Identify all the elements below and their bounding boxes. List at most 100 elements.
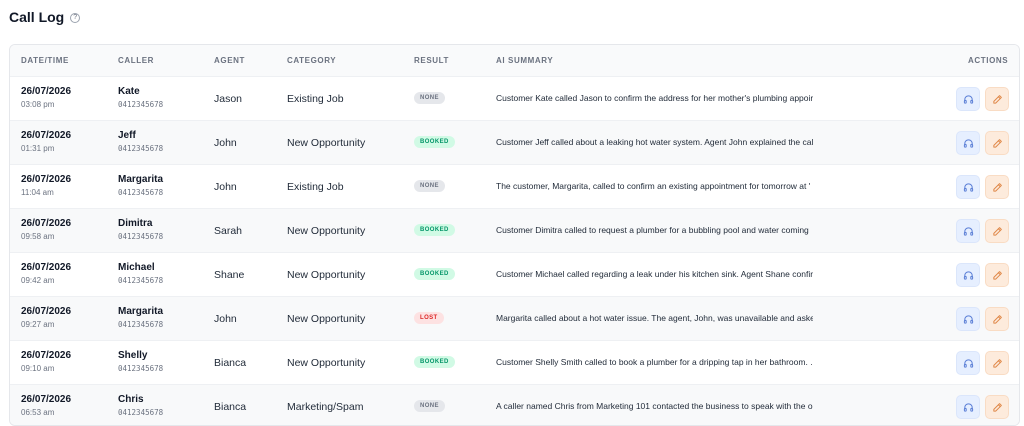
agent-name: Shane (214, 269, 245, 281)
table-body: 26/07/2026 03:08 pm Kate 0412345678 Jason Exi… (10, 77, 1019, 425)
column-header-actions: ACTIONS (968, 56, 1009, 65)
edit-call-button[interactable] (985, 395, 1009, 419)
call-date: 26/07/2026 (21, 350, 72, 361)
call-category: New Opportunity (287, 225, 366, 237)
edit-call-button[interactable] (985, 87, 1009, 111)
caller-name: Margarita (118, 174, 164, 185)
pencil-icon (992, 226, 1003, 237)
table-row[interactable]: 26/07/2026 11:04 am Margarita 0412345678 Joh… (10, 165, 1019, 209)
agent-name: Bianca (214, 357, 247, 369)
pencil-icon (992, 358, 1003, 369)
column-header-agent[interactable]: AGENT (214, 56, 245, 65)
edit-call-button[interactable] (985, 351, 1009, 375)
headphones-icon (963, 314, 974, 325)
agent-name: Sarah (214, 225, 243, 237)
headphones-icon (963, 94, 974, 105)
call-time: 09:58 am (21, 232, 55, 241)
edit-call-button[interactable] (985, 175, 1009, 199)
call-time: 09:27 am (21, 320, 55, 329)
call-date: 26/07/2026 (21, 262, 72, 273)
listen-recording-button[interactable] (956, 351, 980, 375)
call-date: 26/07/2026 (21, 174, 72, 185)
edit-call-button[interactable] (985, 219, 1009, 243)
table-row[interactable]: 26/07/2026 09:10 am Shelly 0412345678 Bianca… (10, 341, 1019, 385)
headphones-icon (963, 270, 974, 281)
table-header: DATE/TIME CALLER AGENT CATEGORY RESULT A… (10, 45, 1019, 77)
call-date: 26/07/2026 (21, 394, 72, 405)
page-title: Call Log (9, 9, 65, 25)
call-category: Existing Job (287, 93, 344, 105)
table-row[interactable]: 26/07/2026 01:31 pm Jeff 0412345678 John New … (10, 121, 1019, 165)
listen-recording-button[interactable] (956, 307, 980, 331)
result-badge: BOOKED (414, 136, 455, 148)
column-header-caller[interactable]: CALLER (118, 56, 154, 65)
caller-name: Michael (118, 262, 155, 273)
caller-name: Kate (118, 86, 140, 97)
result-badge: BOOKED (414, 268, 455, 280)
agent-name: Jason (214, 93, 243, 105)
call-time: 03:08 pm (21, 100, 55, 109)
caller-name: Dimitra (118, 218, 153, 229)
call-time: 09:42 am (21, 276, 55, 285)
listen-recording-button[interactable] (956, 263, 980, 287)
call-time: 01:31 pm (21, 144, 55, 153)
agent-name: John (214, 181, 237, 193)
table-row[interactable]: 26/07/2026 09:27 am Margarita 0412345678 Joh… (10, 297, 1019, 341)
caller-phone: 0412345678 (118, 364, 164, 373)
headphones-icon (963, 182, 974, 193)
table-row[interactable]: 26/07/2026 06:53 am Chris 0412345678 Bianca M… (10, 385, 1019, 425)
pencil-icon (992, 182, 1003, 193)
edit-call-button[interactable] (985, 131, 1009, 155)
column-header-summary[interactable]: AI SUMMARY (496, 56, 553, 65)
call-date: 26/07/2026 (21, 306, 72, 317)
caller-phone: 0412345678 (118, 188, 164, 197)
call-category: New Opportunity (287, 137, 366, 149)
ai-summary: The customer, Margarita, called to confi… (496, 181, 811, 191)
headphones-icon (963, 402, 974, 413)
caller-phone: 0412345678 (118, 232, 164, 241)
caller-phone: 0412345678 (118, 144, 164, 153)
call-category: Existing Job (287, 181, 344, 193)
call-time: 11:04 am (21, 188, 54, 197)
table-row[interactable]: 26/07/2026 03:08 pm Kate 0412345678 Jason Exi… (10, 77, 1019, 121)
result-badge: NONE (414, 400, 445, 412)
call-category: New Opportunity (287, 269, 366, 281)
caller-name: Jeff (118, 130, 136, 141)
headphones-icon (963, 138, 974, 149)
help-circle-icon[interactable]: ? (70, 12, 81, 23)
ai-summary: Customer Dimitra called to request a plu… (496, 225, 809, 235)
pencil-icon (992, 270, 1003, 281)
agent-name: John (214, 313, 237, 325)
listen-recording-button[interactable] (956, 175, 980, 199)
listen-recording-button[interactable] (956, 395, 980, 419)
column-header-category[interactable]: CATEGORY (287, 56, 336, 65)
result-badge: LOST (414, 312, 444, 324)
caller-name: Margarita (118, 306, 164, 317)
call-time: 09:10 am (21, 364, 55, 373)
call-date: 26/07/2026 (21, 86, 72, 97)
edit-call-button[interactable] (985, 263, 1009, 287)
table-row[interactable]: 26/07/2026 09:42 am Michael 0412345678 Shane… (10, 253, 1019, 297)
column-header-result[interactable]: RESULT (414, 56, 449, 65)
agent-name: Bianca (214, 401, 247, 413)
table-row[interactable]: 26/07/2026 09:58 am Dimitra 0412345678 Sarah… (10, 209, 1019, 253)
caller-phone: 0412345678 (118, 276, 164, 285)
column-header-datetime[interactable]: DATE/TIME (21, 56, 69, 65)
caller-phone: 0412345678 (118, 100, 164, 109)
listen-recording-button[interactable] (956, 219, 980, 243)
listen-recording-button[interactable] (956, 131, 980, 155)
ai-summary: Customer Shelly Smith called to book a p… (496, 357, 813, 367)
caller-name: Chris (118, 394, 144, 405)
edit-call-button[interactable] (985, 307, 1009, 331)
pencil-icon (992, 138, 1003, 149)
call-category: Marketing/Spam (287, 401, 364, 413)
call-date: 26/07/2026 (21, 218, 72, 229)
result-badge: BOOKED (414, 224, 455, 236)
listen-recording-button[interactable] (956, 87, 980, 111)
ai-summary: Customer Jeff called about a leaking hot… (496, 137, 813, 147)
ai-summary: Margarita called about a hot water issue… (496, 313, 813, 323)
headphones-icon (963, 358, 974, 369)
headphones-icon (963, 226, 974, 237)
call-log-table: DATE/TIME CALLER AGENT CATEGORY RESULT A… (9, 44, 1020, 426)
call-category: New Opportunity (287, 313, 366, 325)
